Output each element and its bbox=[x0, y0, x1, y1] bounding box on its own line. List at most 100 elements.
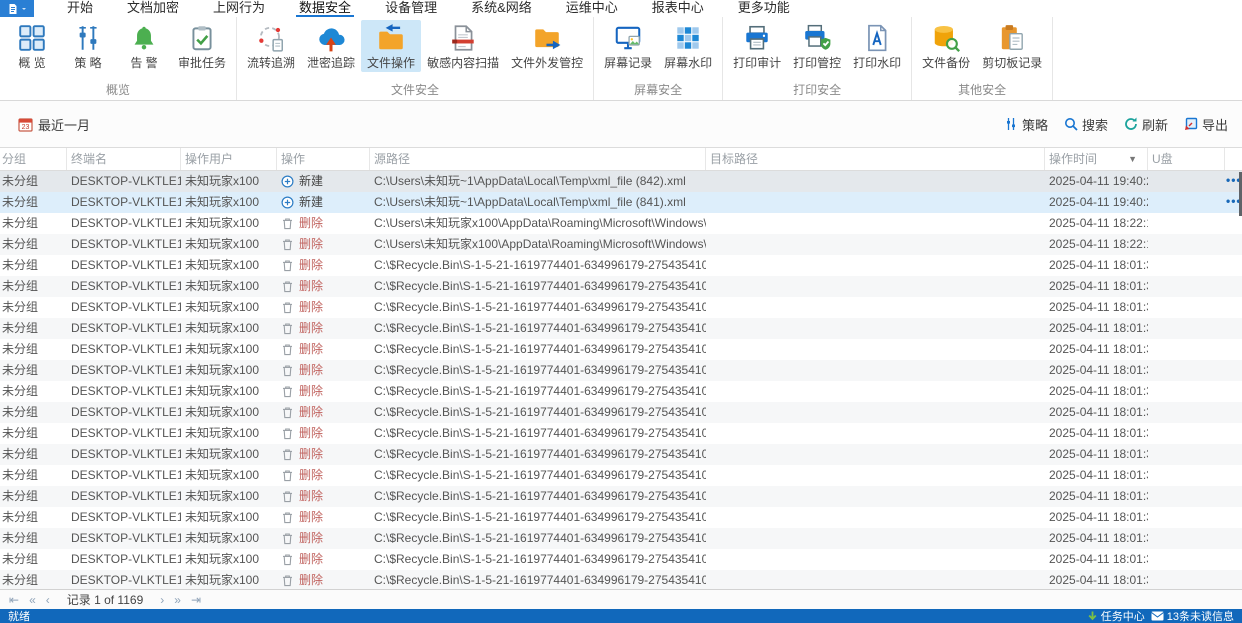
app-menu-button[interactable] bbox=[0, 0, 34, 17]
cell-time: 2025-04-11 18:22:13 bbox=[1049, 216, 1148, 230]
ribbon-button-file-outgoing-control[interactable]: 文件外发管控 bbox=[505, 20, 589, 72]
table-row[interactable]: 未分组 DESKTOP-VLKTLE1 未知玩家x100 删除 C:\$Recycle.… bbox=[0, 486, 1242, 507]
cell-group: 未分组 bbox=[2, 279, 39, 293]
cell-terminal: DESKTOP-VLKTLE1 bbox=[71, 531, 181, 545]
ribbon-button-print-control[interactable]: 打印管控 bbox=[787, 20, 847, 72]
last-page-button[interactable]: ⇥ bbox=[188, 593, 204, 607]
ribbon-group-label: 其他安全 bbox=[958, 83, 1007, 97]
fast-next-page-button[interactable]: » bbox=[171, 593, 184, 607]
cell-source-path: C:\$Recycle.Bin\S-1-5-21-1619774401-6349… bbox=[374, 342, 706, 356]
table-row[interactable]: 未分组 DESKTOP-VLKTLE1 未知玩家x100 删除 C:\$Recycle.… bbox=[0, 297, 1242, 318]
column-header-group[interactable]: 分组 bbox=[0, 148, 67, 170]
menu-item-report-center[interactable]: 报表中心 bbox=[635, 0, 721, 17]
menu-item-data-security[interactable]: 数据安全 bbox=[282, 0, 368, 17]
table-row[interactable]: 未分组 DESKTOP-VLKTLE1 未知玩家x100 删除 C:\$Recycle.… bbox=[0, 381, 1242, 402]
column-header-usb[interactable]: U盘 bbox=[1148, 148, 1225, 170]
ribbon-button-screen-record[interactable]: 屏幕记录 bbox=[598, 20, 658, 72]
menu-item-doc-encryption[interactable]: 文档加密 bbox=[110, 0, 196, 17]
table-row[interactable]: 未分组 DESKTOP-VLKTLE1 未知玩家x100 删除 C:\$Recycle.… bbox=[0, 549, 1242, 570]
table-row[interactable]: 未分组 DESKTOP-VLKTLE1 未知玩家x100 删除 C:\$Recycle.… bbox=[0, 444, 1242, 465]
ribbon-button-sensitive-content-scan[interactable]: 敏感内容扫描 bbox=[421, 20, 505, 72]
unread-messages-button[interactable]: 13条未读信息 bbox=[1150, 608, 1234, 623]
table-row[interactable]: 未分组 DESKTOP-VLKTLE1 未知玩家x100 删除 C:\$Recycle.… bbox=[0, 255, 1242, 276]
menu-item-device-mgmt[interactable]: 设备管理 bbox=[368, 0, 454, 17]
table-row[interactable]: 未分组 DESKTOP-VLKTLE1 未知玩家x100 新建 C:\Users\未知玩… bbox=[0, 192, 1242, 213]
column-header-terminal[interactable]: 终端名 bbox=[67, 148, 181, 170]
date-range-filter[interactable]: 23 最近一月 bbox=[18, 115, 90, 134]
ribbon-button-approval-tasks[interactable]: 审批任务 bbox=[172, 20, 232, 72]
cell-user: 未知玩家x100 bbox=[185, 195, 260, 209]
cell-user: 未知玩家x100 bbox=[185, 447, 260, 461]
ribbon-group-overview: 概 览 策 略 告 警 审批任务 概览 bbox=[0, 17, 238, 100]
table-row[interactable]: 未分组 DESKTOP-VLKTLE1 未知玩家x100 删除 C:\$Recycle.… bbox=[0, 360, 1242, 381]
file-backup-icon bbox=[934, 26, 961, 53]
ribbon-button-print-watermark[interactable]: 打印水印 bbox=[847, 20, 907, 72]
trash-icon bbox=[283, 407, 292, 419]
ribbon-button-policy[interactable]: 策 略 bbox=[60, 20, 116, 72]
time-filter-dropdown-icon[interactable]: ▼ bbox=[1128, 148, 1143, 170]
column-header-action[interactable]: 操作 bbox=[277, 148, 370, 170]
table-row[interactable]: 未分组 DESKTOP-VLKTLE1 未知玩家x100 删除 C:\$Recycle.… bbox=[0, 318, 1242, 339]
ribbon-button-print-audit[interactable]: 打印审计 bbox=[727, 20, 787, 72]
cell-source-path: C:\$Recycle.Bin\S-1-5-21-1619774401-6349… bbox=[374, 489, 706, 503]
cell-group: 未分组 bbox=[2, 531, 39, 545]
menu-item-more-features[interactable]: 更多功能 bbox=[721, 0, 807, 17]
column-header-user[interactable]: 操作用户 bbox=[181, 148, 277, 170]
next-page-button[interactable]: › bbox=[157, 593, 167, 607]
task-center-button[interactable]: 任务中心 bbox=[1087, 608, 1145, 623]
cell-time: 2025-04-11 18:01:38 bbox=[1049, 468, 1148, 482]
cell-usb bbox=[1148, 213, 1225, 234]
trash-icon bbox=[283, 260, 292, 272]
search-button[interactable]: 搜索 bbox=[1064, 115, 1108, 134]
first-page-button[interactable]: ⇤ bbox=[6, 593, 22, 607]
action-label: 删除 bbox=[299, 384, 324, 398]
table-row[interactable]: 未分组 DESKTOP-VLKTLE1 未知玩家x100 删除 C:\$Recycle.… bbox=[0, 423, 1242, 444]
table-row[interactable]: 未分组 DESKTOP-VLKTLE1 未知玩家x100 删除 C:\$Recycle.… bbox=[0, 402, 1242, 423]
print-audit-icon bbox=[746, 25, 768, 50]
calendar-icon: 23 bbox=[18, 117, 33, 132]
cell-target-path bbox=[706, 360, 1045, 381]
cell-time: 2025-04-11 18:01:38 bbox=[1049, 279, 1148, 293]
cell-source-path: C:\$Recycle.Bin\S-1-5-21-1619774401-6349… bbox=[374, 468, 706, 482]
cell-group: 未分组 bbox=[2, 573, 39, 587]
ribbon-button-screen-watermark[interactable]: 屏幕水印 bbox=[658, 20, 718, 72]
cell-time: 2025-04-11 18:01:38 bbox=[1049, 405, 1148, 419]
ribbon-button-clipboard-record[interactable]: 剪切板记录 bbox=[976, 20, 1048, 72]
column-header-target-path[interactable]: 目标路径 bbox=[706, 148, 1045, 170]
table-row[interactable]: 未分组 DESKTOP-VLKTLE1 未知玩家x100 删除 C:\Users\未知玩… bbox=[0, 213, 1242, 234]
ribbon-button-alerts[interactable]: 告 警 bbox=[116, 20, 172, 72]
ribbon-button-flow-trace[interactable]: 流转追溯 bbox=[241, 20, 301, 72]
table-row[interactable]: 未分组 DESKTOP-VLKTLE1 未知玩家x100 删除 C:\Users\未知玩… bbox=[0, 234, 1242, 255]
table-row[interactable]: 未分组 DESKTOP-VLKTLE1 未知玩家x100 删除 C:\$Recycle.… bbox=[0, 528, 1242, 549]
cell-action: 删除 bbox=[277, 486, 370, 507]
table-row[interactable]: 未分组 DESKTOP-VLKTLE1 未知玩家x100 删除 C:\$Recycle.… bbox=[0, 339, 1242, 360]
refresh-button[interactable]: 刷新 bbox=[1124, 115, 1168, 134]
menu-item-web-behavior[interactable]: 上网行为 bbox=[196, 0, 282, 17]
cell-user: 未知玩家x100 bbox=[185, 174, 260, 188]
policy-button[interactable]: 策略 bbox=[1004, 115, 1048, 134]
ribbon-button-leak-tracking[interactable]: 泄密追踪 bbox=[301, 20, 361, 72]
trash-icon bbox=[283, 554, 292, 566]
ribbon-button-overview[interactable]: 概 览 bbox=[4, 20, 60, 72]
table-row[interactable]: 未分组 DESKTOP-VLKTLE1 未知玩家x100 删除 C:\$Recycle.… bbox=[0, 507, 1242, 528]
ribbon-button-file-operations[interactable]: 文件操作 bbox=[361, 20, 422, 72]
table-row[interactable]: 未分组 DESKTOP-VLKTLE1 未知玩家x100 新建 C:\Users\未知玩… bbox=[0, 171, 1242, 192]
cell-action: 删除 bbox=[277, 381, 370, 402]
menu-item-start[interactable]: 开始 bbox=[50, 0, 110, 17]
leak-tracking-icon bbox=[319, 28, 345, 52]
fast-prev-page-button[interactable]: « bbox=[26, 593, 39, 607]
ribbon-button-file-backup[interactable]: 文件备份 bbox=[916, 20, 976, 72]
prev-page-button[interactable]: ‹ bbox=[43, 593, 53, 607]
table-row[interactable]: 未分组 DESKTOP-VLKTLE1 未知玩家x100 删除 C:\$Recycle.… bbox=[0, 276, 1242, 297]
filter-actions: 策略 搜索 刷新 导出 bbox=[1004, 115, 1228, 134]
cell-time: 2025-04-11 18:01:38 bbox=[1049, 384, 1148, 398]
column-header-time[interactable]: 操作时间 ▼ bbox=[1045, 148, 1148, 170]
export-button[interactable]: 导出 bbox=[1184, 115, 1228, 134]
table-row[interactable]: 未分组 DESKTOP-VLKTLE1 未知玩家x100 删除 C:\$Recycle.… bbox=[0, 465, 1242, 486]
table-row[interactable]: 未分组 DESKTOP-VLKTLE1 未知玩家x100 删除 C:\$Recycle.… bbox=[0, 570, 1242, 589]
cell-action: 删除 bbox=[277, 255, 370, 276]
menu-item-system-network[interactable]: 系统&网络 bbox=[454, 0, 549, 17]
menu-item-ops-center[interactable]: 运维中心 bbox=[549, 0, 635, 17]
column-header-source-path[interactable]: 源路径 bbox=[370, 148, 706, 170]
ribbon-group-print-security: 打印审计 打印管控 打印水印 打印安全 bbox=[723, 17, 913, 100]
